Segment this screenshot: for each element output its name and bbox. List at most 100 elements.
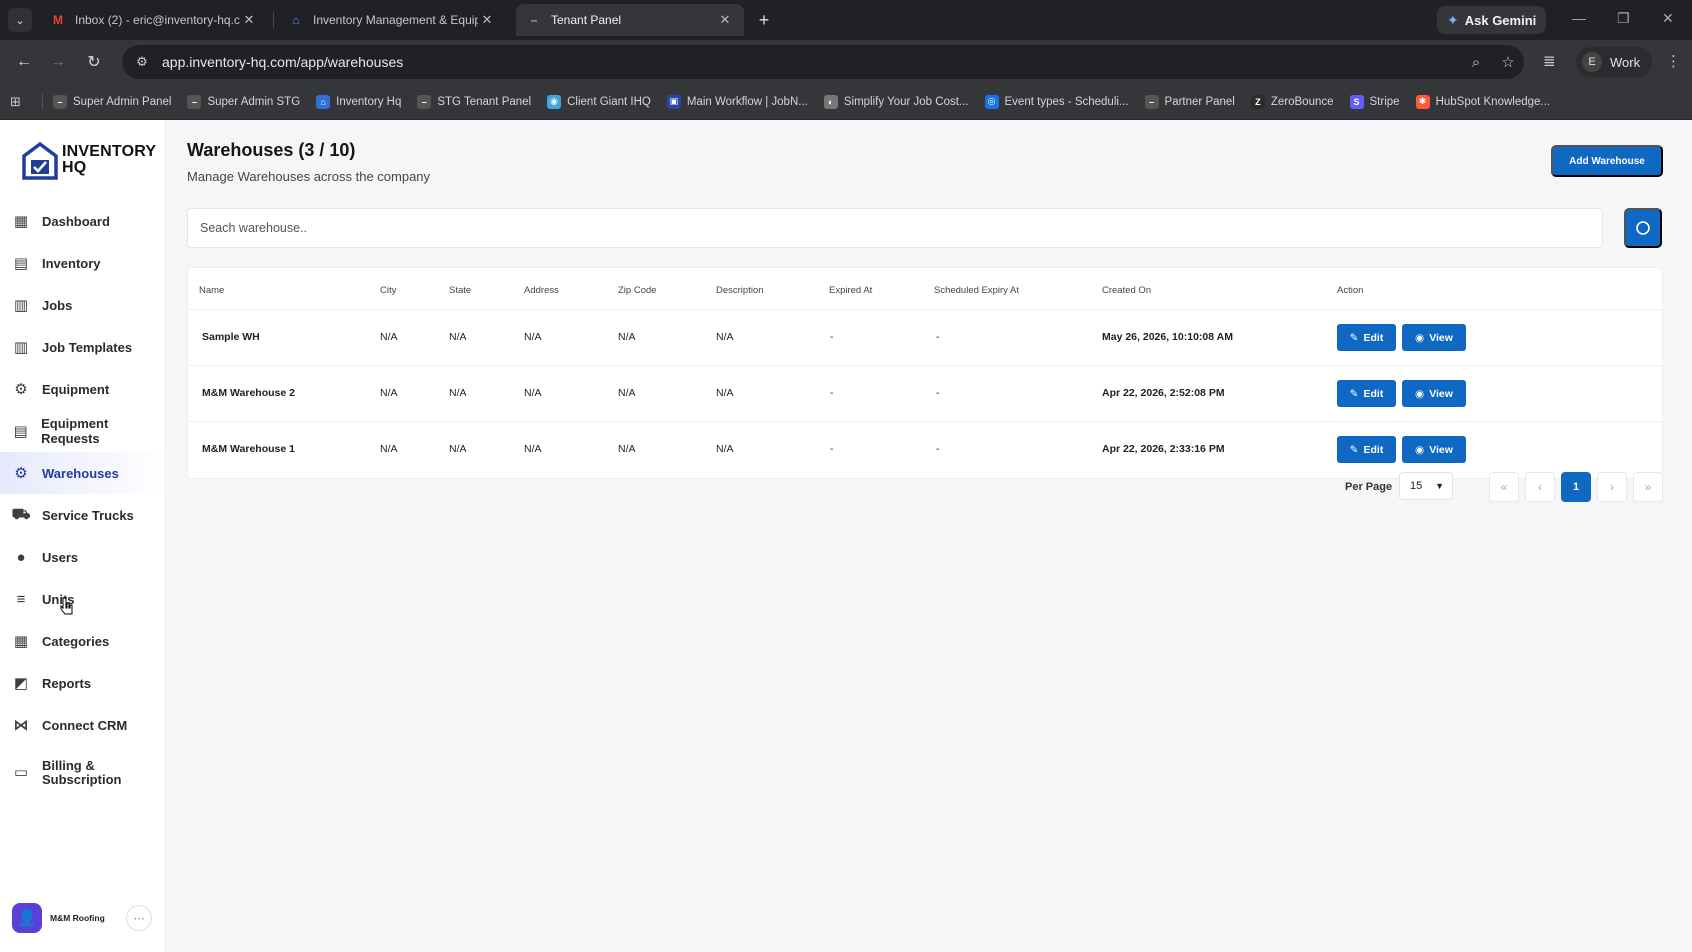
profile-button[interactable]: E Work [1576,47,1653,77]
sidebar-item-users[interactable]: ● Users [0,536,164,578]
cell-city: N/A [380,387,398,399]
tab-search-button[interactable]: ⌄ [8,8,32,32]
page-button-current[interactable]: 1 [1561,472,1591,502]
close-window-icon[interactable]: ✕ [1662,10,1674,27]
cell-created-on: May 26, 2026, 10:10:08 AM [1102,331,1233,343]
column-header-expired-at: Expired At [829,285,873,296]
user-menu[interactable]: 👤 M&M Roofing ⋯ [12,902,152,934]
sidebar-item-equipment[interactable]: ⚙ Equipment [0,368,164,410]
first-page-button[interactable]: « [1489,472,1519,502]
cell-city: N/A [380,443,398,455]
dashboard-icon: ▦ [13,213,29,230]
bookmark-item[interactable]: – Partner Panel [1144,94,1235,109]
bookmark-favicon-icon: Z [1250,94,1265,109]
sidebar-item-inventory[interactable]: ▤ Inventory [0,242,164,284]
bookmark-favicon-icon: S [1349,94,1364,109]
bookmark-item[interactable]: – Super Admin Panel [53,94,171,109]
apps-grid-icon[interactable]: ⊞ [10,94,32,110]
cell-scheduled-expiry-at: - [936,331,940,343]
column-header-zip-code: Zip Code [618,285,657,296]
search-button[interactable] [1624,208,1662,248]
view-button[interactable]: ◉ View [1402,324,1466,351]
sidebar-item-warehouses[interactable]: ⚙ Warehouses [0,452,164,494]
bookmark-item[interactable]: ▣ Main Workflow | JobN... [666,94,808,109]
bookmark-item[interactable]: ◉ Client Giant IHQ [547,94,651,109]
cell-scheduled-expiry-at: - [936,387,940,399]
close-tab-icon[interactable]: ✕ [478,12,496,28]
sidebar-item-categories[interactable]: ▦ Categories [0,620,164,662]
per-page-select[interactable]: 15 ▼ [1399,472,1453,500]
maximize-icon[interactable]: ❐ [1617,10,1630,27]
more-options-icon[interactable]: ⋯ [126,905,152,931]
edit-icon: ✎ [1349,331,1359,344]
edit-button[interactable]: ✎ Edit [1337,380,1396,407]
close-tab-icon[interactable]: ✕ [716,12,734,28]
sidebar-item-jobs[interactable]: ▥ Jobs [0,284,164,326]
browser-menu-icon[interactable]: ⋮ [1666,52,1681,70]
reload-icon[interactable]: ↻ [82,50,106,74]
bookmark-item[interactable]: – STG Tenant Panel [417,94,531,109]
jobs-icon: ▥ [13,297,29,314]
bookmark-item[interactable]: S Stripe [1349,94,1400,109]
sidebar-item-dashboard[interactable]: ▦ Dashboard [0,200,164,242]
eye-icon: ◉ [1415,443,1425,456]
new-tab-button[interactable]: + [752,8,776,32]
tab-inventory-management[interactable]: ⌂ Inventory Management & Equipment ✕ [278,4,506,36]
close-tab-icon[interactable]: ✕ [240,12,258,28]
cell-scheduled-expiry-at: - [936,443,940,455]
ask-gemini-button[interactable]: ✦ Ask Gemini [1437,6,1547,34]
bookmark-item[interactable]: – Super Admin STG [187,94,300,109]
main-content: Warehouses (3 / 10) Manage Warehouses ac… [164,120,1692,952]
address-bar[interactable]: ⚙ app.inventory-hq.com/app/warehouses ⌕ … [122,45,1524,79]
site-info-icon[interactable]: ⚙ [122,54,162,70]
sidebar-item-connect-crm[interactable]: ⋈ Connect CRM [0,704,164,746]
previous-page-button[interactable]: ‹ [1525,472,1555,502]
cell-expired-at: - [830,443,834,455]
sidebar-item-job-templates[interactable]: ▥ Job Templates [0,326,164,368]
next-page-button[interactable]: › [1597,472,1627,502]
reports-icon: ◩ [13,675,29,692]
bookmark-item[interactable]: ⌂ Inventory Hq [316,94,401,109]
cell-address: N/A [524,443,542,455]
warehouse-logo-icon [22,141,58,180]
cell-expired-at: - [830,331,834,343]
minimize-icon[interactable]: — [1572,10,1586,26]
users-icon: ● [16,548,26,566]
sidebar-item-equipment-requests[interactable]: ▤ Equipment Requests [0,410,164,452]
bookmark-item[interactable]: ✱ HubSpot Knowledge... [1415,94,1550,109]
column-header-scheduled-expiry-at: Scheduled Expiry At [934,285,1020,296]
edit-button[interactable]: ✎ Edit [1337,324,1396,351]
inventory-icon: ▤ [13,255,29,272]
sidebar-item-billing[interactable]: ▭ Billing & Subscription [0,746,164,800]
table-row: M&M Warehouse 1 N/A N/A N/A N/A N/A - - Apr 22, … [188,421,1662,477]
reading-list-icon[interactable]: ≣ [1543,52,1556,70]
edit-button[interactable]: ✎ Edit [1337,436,1396,463]
column-header-name: Name [199,285,225,296]
bookmark-item[interactable]: ◎ Event types - Scheduli... [984,94,1129,109]
add-warehouse-button[interactable]: Add Warehouse [1551,145,1663,177]
bookmark-favicon-icon: ◎ [984,94,999,109]
sidebar-item-units[interactable]: ≡ Units [0,578,164,620]
view-button[interactable]: ◉ View [1402,436,1466,463]
eye-icon: ◉ [1415,331,1425,344]
search-warehouse-input[interactable] [187,208,1603,248]
cell-zip-code: N/A [618,387,636,399]
zoom-icon[interactable]: ⌕ [1460,54,1492,71]
tab-tenant-panel[interactable]: – Tenant Panel ✕ [516,4,744,36]
last-page-button[interactable]: » [1633,472,1663,502]
back-icon[interactable]: ← [12,50,36,74]
bookmark-star-icon[interactable]: ☆ [1492,53,1524,71]
bookmark-favicon-icon: ◉ [547,94,562,109]
bookmark-item[interactable]: ◐ Simplify Your Job Cost... [823,94,969,109]
cell-description: N/A [716,387,734,399]
inventory-hq-logo[interactable]: INVENTORY HQ [22,140,156,180]
bookmark-item[interactable]: Z ZeroBounce [1250,94,1334,109]
categories-icon: ▦ [13,633,29,650]
cell-city: N/A [380,331,398,343]
gemini-spark-icon: ✦ [1447,11,1459,28]
forward-icon[interactable]: → [46,50,70,74]
sidebar-item-reports[interactable]: ◩ Reports [0,662,164,704]
sidebar-item-truck[interactable]: ⛟ Service Trucks [0,494,164,536]
tab-gmail[interactable]: M Inbox (2) - eric@inventory-hq.com ✕ [40,4,268,36]
view-button[interactable]: ◉ View [1402,380,1466,407]
